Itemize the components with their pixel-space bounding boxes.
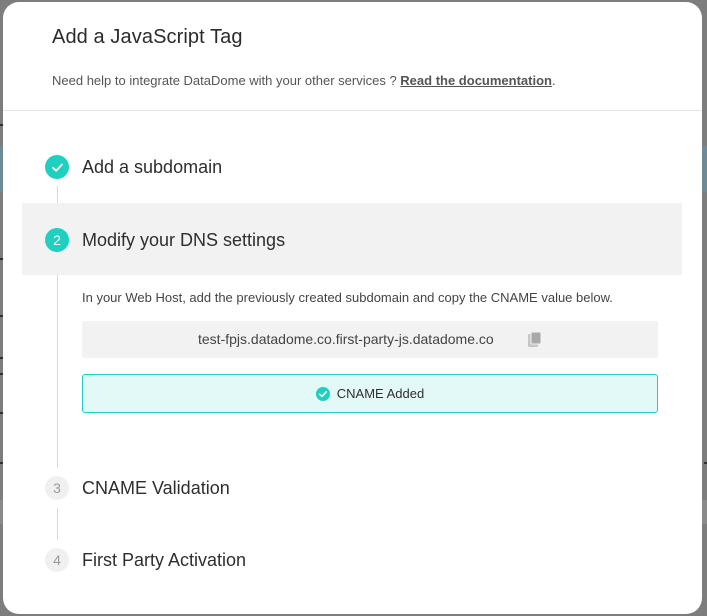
copy-icon[interactable] <box>527 331 543 348</box>
step-modify-dns[interactable]: 2 Modify your DNS settings <box>22 203 682 275</box>
modal-subtitle-text: Need help to integrate DataDome with you… <box>52 73 401 88</box>
dns-instructions: In your Web Host, add the previously cre… <box>82 290 613 305</box>
step-1-label: Add a subdomain <box>82 157 223 177</box>
step-3-label: CNAME Validation <box>82 478 230 498</box>
step-4-label: First Party Activation <box>82 550 247 570</box>
step-2-badge: 2 <box>45 228 69 252</box>
add-javascript-tag-modal: Add a JavaScript Tag Need help to integr… <box>3 2 702 614</box>
documentation-link[interactable]: Read the documentation <box>400 73 552 88</box>
step-first-party-activation[interactable]: 4 First Party Activation <box>22 524 682 596</box>
cname-value: test-fpjs.datadome.co.first-party-js.dat… <box>198 331 494 347</box>
step-3-badge: 3 <box>45 476 69 500</box>
cname-added-button[interactable]: CNAME Added <box>82 374 658 413</box>
step-connector <box>57 258 58 468</box>
check-circle-icon <box>315 386 330 401</box>
modal-subtitle-end: . <box>551 73 556 88</box>
cname-value-box: test-fpjs.datadome.co.first-party-js.dat… <box>82 321 658 358</box>
modal-title: Add a JavaScript Tag <box>52 26 243 48</box>
modal-header: Add a JavaScript Tag Need help to integr… <box>3 2 702 111</box>
step-1-badge <box>45 155 69 179</box>
cname-added-label: CNAME Added <box>336 386 425 401</box>
step-4-badge: 4 <box>45 548 69 572</box>
modal-subtitle: Need help to integrate DataDome with you… <box>52 73 556 88</box>
step-cname-validation[interactable]: 3 CNAME Validation <box>22 452 682 524</box>
step-2-label: Modify your DNS settings <box>82 230 286 250</box>
check-icon <box>51 163 63 172</box>
step-add-subdomain[interactable]: Add a subdomain <box>22 131 682 203</box>
